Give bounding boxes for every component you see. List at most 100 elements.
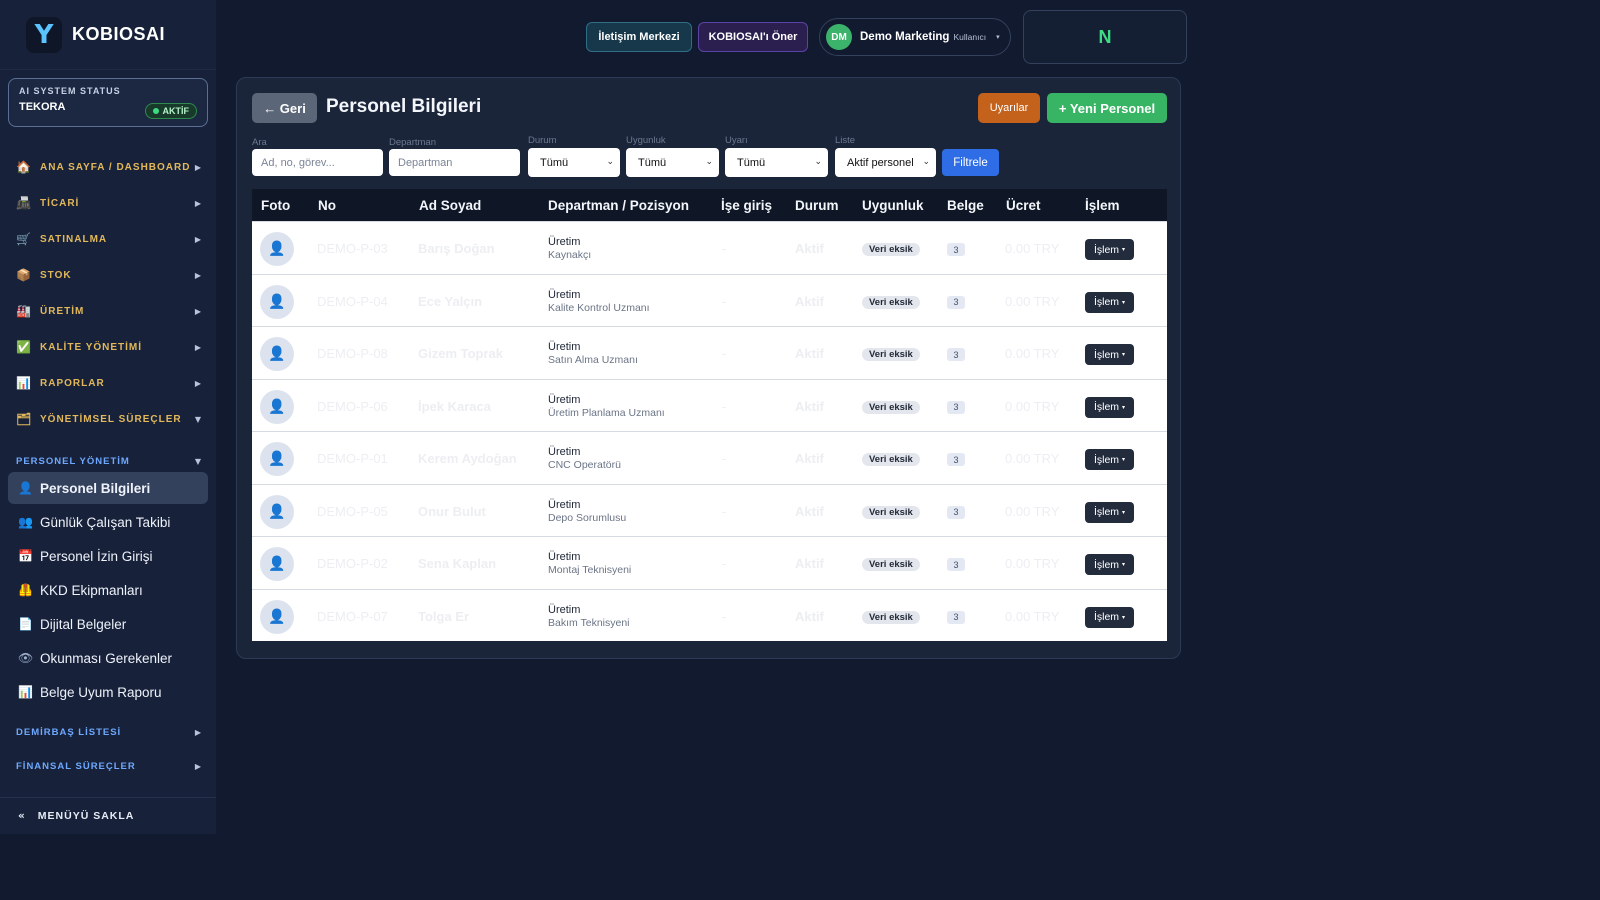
suitability-select-value: Tümü bbox=[638, 156, 667, 169]
new-personnel-button[interactable]: + Yeni Personel bbox=[1047, 93, 1167, 123]
row-action-button[interactable]: İşlem ▾ bbox=[1085, 606, 1134, 628]
nav-item[interactable]: 📊 RAPORLAR ▶ bbox=[16, 373, 202, 393]
section-personnel[interactable]: PERSONEL YÖNETİM ▼ bbox=[16, 456, 202, 467]
factory-icon: 🏭 bbox=[16, 304, 32, 318]
user-menu[interactable]: DM Demo Marketing Kullanıcı ▾ bbox=[819, 18, 1011, 56]
warning-filter-label: Uyarı bbox=[725, 135, 748, 146]
cell-department-name: Üretim bbox=[548, 603, 581, 616]
check-icon: ✅ bbox=[16, 340, 32, 354]
document-count-badge[interactable]: 3 bbox=[947, 243, 965, 256]
row-action-button[interactable]: İşlem ▾ bbox=[1085, 291, 1134, 313]
cell-start-date: - bbox=[722, 503, 727, 519]
cell-department: Üretim Satın Alma Uzmanı bbox=[548, 341, 638, 366]
cell-start-date: - bbox=[722, 451, 727, 466]
person-icon: 👤 bbox=[18, 481, 33, 495]
row-action-button[interactable]: İşlem ▾ bbox=[1085, 344, 1134, 365]
document-count-badge[interactable]: 3 bbox=[947, 505, 965, 519]
cell-department-name: Üretim bbox=[548, 236, 581, 248]
table-row[interactable]: 👤 DEMO-P-07 Tolga Er Üretim Bakım Teknisyeni… bbox=[252, 588, 1167, 641]
document-count-badge[interactable]: 3 bbox=[947, 295, 965, 309]
suitability-select[interactable]: Tümü ⌄ bbox=[626, 148, 719, 177]
warning-select[interactable]: Tümü ⌄ bbox=[725, 148, 828, 177]
cell-fee: 0.00 TRY bbox=[1005, 293, 1060, 309]
table-row[interactable]: 👤 DEMO-P-01 Kerem Aydoğan Üretim CNC Operatö… bbox=[252, 431, 1167, 484]
table-row[interactable]: 👤 DEMO-P-06 İpek Karaca Üretim Üretim Planla… bbox=[252, 378, 1167, 431]
section-finance[interactable]: FİNANSAL SÜREÇLER ▶ bbox=[16, 761, 202, 772]
list-filter-label: Liste bbox=[835, 135, 856, 146]
status-select[interactable]: Tümü ⌄ bbox=[528, 148, 620, 177]
calendar-icon: 📅 bbox=[18, 549, 33, 563]
filter-button[interactable]: Filtrele bbox=[942, 149, 999, 176]
nav-item-label: TİCARİ bbox=[40, 197, 80, 209]
cell-department: Üretim Depo Sorumlusu bbox=[548, 499, 626, 524]
section-fixtures[interactable]: DEMİRBAŞ LİSTESİ ▶ bbox=[16, 727, 202, 738]
cell-status: Aktif bbox=[795, 293, 824, 309]
document-count-badge[interactable]: 3 bbox=[947, 610, 965, 624]
sidebar-subitem[interactable]: 👁 Okunması Gerekenler bbox=[8, 642, 208, 674]
sidebar-subitem-label: KKD Ekipmanları bbox=[40, 582, 143, 598]
cell-fee: 0.00 TRY bbox=[1005, 398, 1060, 414]
section-finance-label: FİNANSAL SÜREÇLER bbox=[16, 761, 136, 772]
n-widget[interactable]: N bbox=[1023, 10, 1187, 64]
chevron-right-icon: ▶ bbox=[194, 728, 202, 737]
row-action-button[interactable]: İşlem ▾ bbox=[1085, 501, 1134, 523]
sidebar-subitem[interactable]: 📅 Personel İzin Girişi bbox=[8, 540, 208, 572]
sidebar-subitem-label: Dijital Belgeler bbox=[40, 616, 127, 632]
hide-menu-button[interactable]: « MENÜYÜ SAKLA bbox=[0, 797, 216, 834]
cell-no: DEMO-P-07 bbox=[317, 608, 388, 624]
row-action-button[interactable]: İşlem ▾ bbox=[1085, 239, 1134, 260]
document-count-badge[interactable]: 3 bbox=[947, 400, 965, 414]
chevron-down-icon: ⌄ bbox=[705, 157, 713, 167]
table-row[interactable]: 👤 DEMO-P-02 Sena Kaplan Üretim Montaj Teknis… bbox=[252, 536, 1167, 589]
department-input[interactable]: Departman bbox=[389, 149, 520, 176]
sidebar-subitem[interactable]: 👥 Günlük Çalışan Takibi bbox=[8, 506, 208, 538]
nav-item[interactable]: 🗂 YÖNETİMSEL SÜREÇLER ▼ bbox=[16, 409, 202, 429]
cell-status: Aktif bbox=[795, 608, 824, 624]
nav-item[interactable]: 🏭 ÜRETİM ▶ bbox=[16, 301, 202, 321]
chevron-icon: ▶ bbox=[194, 198, 202, 208]
nav-item[interactable]: 🛒 SATINALMA ▶ bbox=[16, 229, 202, 249]
back-button[interactable]: ← Geri bbox=[252, 93, 317, 123]
table-header: Foto No Ad Soyad Departman / Pozisyon İş… bbox=[252, 189, 1167, 221]
cell-no: DEMO-P-02 bbox=[317, 556, 388, 571]
cell-fee: 0.00 TRY bbox=[1005, 608, 1060, 624]
contact-center-button[interactable]: İletişim Merkezi bbox=[586, 22, 692, 52]
document-count-badge[interactable]: 3 bbox=[947, 348, 965, 361]
app-logo[interactable]: Y KOBIOSAI bbox=[0, 0, 216, 70]
sidebar-subitem[interactable]: 📊 Belge Uyum Raporu bbox=[8, 676, 208, 708]
chevron-down-icon: ▼ bbox=[194, 457, 202, 466]
table-row[interactable]: 👤 DEMO-P-03 Barış Doğan Üretim Kaynakçı - Akti… bbox=[252, 221, 1167, 274]
row-action-label: İşlem bbox=[1093, 558, 1120, 571]
search-input[interactable]: Ad, no, görev... bbox=[252, 149, 383, 176]
cell-name: Tolga Er bbox=[418, 608, 470, 624]
sidebar-subitem[interactable]: 👤 Personel Bilgileri bbox=[8, 472, 208, 504]
cell-start-date: - bbox=[722, 398, 727, 414]
table-row[interactable]: 👤 DEMO-P-08 Gizem Toprak Üretim Satın Alma U… bbox=[252, 326, 1167, 379]
warnings-button[interactable]: Uyarılar bbox=[978, 93, 1040, 123]
document-count-badge[interactable]: 3 bbox=[947, 558, 965, 571]
caret-down-icon: ▾ bbox=[996, 33, 1000, 41]
cell-status: Aktif bbox=[795, 451, 824, 466]
row-action-label: İşlem bbox=[1093, 348, 1120, 361]
row-action-button[interactable]: İşlem ▾ bbox=[1085, 554, 1134, 575]
document-icon: 📄 bbox=[18, 617, 33, 631]
row-action-button[interactable]: İşlem ▾ bbox=[1085, 449, 1134, 470]
sidebar-subitem[interactable]: 🦺 KKD Ekipmanları bbox=[8, 574, 208, 606]
sidebar-subitem[interactable]: 📄 Dijital Belgeler bbox=[8, 608, 208, 640]
nav-item[interactable]: 🏠 ANA SAYFA / DASHBOARD ▶ bbox=[16, 157, 202, 177]
nav-item[interactable]: 📦 STOK ▶ bbox=[16, 265, 202, 285]
table-row[interactable]: 👤 DEMO-P-05 Onur Bulut Üretim Depo Sorumlusu… bbox=[252, 483, 1167, 536]
list-select[interactable]: Aktif personel ⌄ bbox=[835, 148, 936, 177]
nav-item[interactable]: 📠 TİCARİ ▶ bbox=[16, 193, 202, 213]
sidebar-subitem-label: Günlük Çalışan Takibi bbox=[40, 514, 171, 530]
column-header-status: Durum bbox=[795, 198, 839, 213]
document-count-badge[interactable]: 3 bbox=[947, 453, 965, 466]
sidebar-subitem-label: Personel Bilgileri bbox=[40, 480, 151, 496]
suggest-button[interactable]: KOBIOSAI'ı Öner bbox=[698, 22, 808, 52]
nav-item[interactable]: ✅ KALİTE YÖNETİMİ ▶ bbox=[16, 337, 202, 357]
row-action-label: İşlem bbox=[1093, 611, 1120, 623]
table-row[interactable]: 👤 DEMO-P-04 Ece Yalçın Üretim Kalite Kontrol… bbox=[252, 273, 1167, 326]
row-action-button[interactable]: İşlem ▾ bbox=[1085, 396, 1134, 418]
cell-start-date: - bbox=[722, 556, 727, 571]
column-header-photo: Foto bbox=[261, 198, 291, 213]
